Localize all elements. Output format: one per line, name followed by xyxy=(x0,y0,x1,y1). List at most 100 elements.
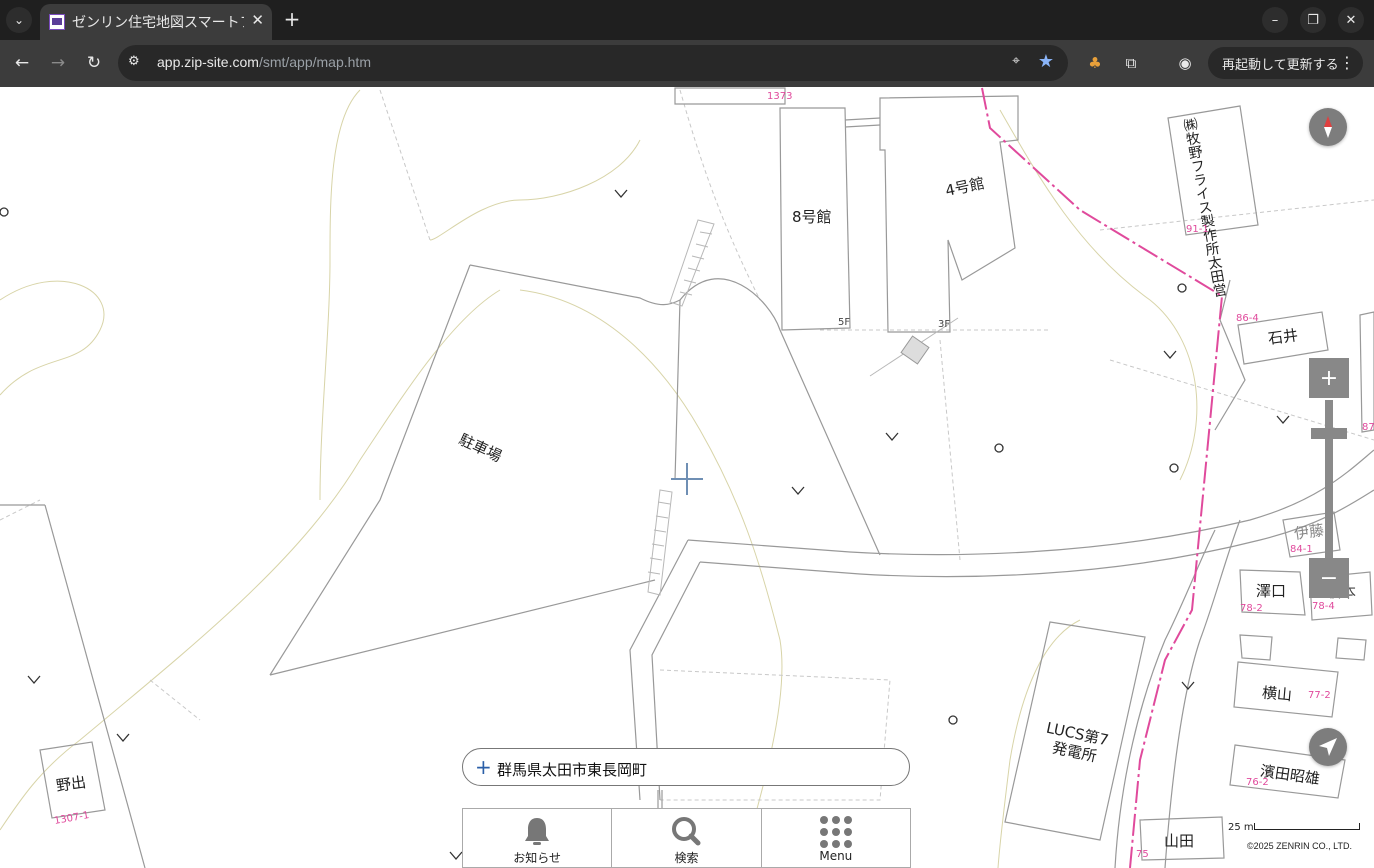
lot-number: 77-2 xyxy=(1308,690,1331,701)
building-outline xyxy=(1239,634,1273,661)
nav-search[interactable]: 検索 xyxy=(612,809,762,867)
compass-button[interactable] xyxy=(1309,108,1347,146)
extensions-puzzle-icon[interactable]: ⧉ xyxy=(1119,51,1143,75)
map-symbol xyxy=(791,486,805,495)
current-location-button[interactable] xyxy=(1309,728,1347,766)
location-pin-icon[interactable]: ⌖ xyxy=(1012,53,1020,69)
sawaguchi-label[interactable]: 澤口 xyxy=(1256,580,1286,601)
address-display[interactable]: + 群馬県太田市東長岡町 xyxy=(462,748,910,786)
restore-button[interactable]: ❐ xyxy=(1300,7,1326,33)
tab-title: ゼンリン住宅地図スマートフォン xyxy=(72,15,244,31)
road-edge xyxy=(699,489,1374,578)
yokoyama-label[interactable]: 横山 xyxy=(1261,682,1293,706)
url-host: app.zip-site.com xyxy=(157,54,259,70)
bookmark-star-icon[interactable]: ★ xyxy=(1038,51,1054,72)
contour-line xyxy=(999,109,1198,481)
lot-number: 84-1 xyxy=(1290,544,1313,555)
copyright: ©2025 ZENRIN CO., LTD. xyxy=(1247,841,1352,851)
lot-number: 1373 xyxy=(767,91,793,102)
back-button[interactable]: ← xyxy=(10,51,34,75)
dashed-path xyxy=(0,499,41,521)
lot-number: 78-2 xyxy=(1240,603,1263,614)
parking-outline xyxy=(269,264,471,676)
contour-line xyxy=(319,89,361,501)
dashed-path xyxy=(1099,199,1374,231)
forward-button[interactable]: → xyxy=(46,51,70,75)
building-outline xyxy=(1335,637,1367,661)
tree-symbol xyxy=(1177,283,1187,293)
floor-number: 3F xyxy=(938,319,951,330)
tab-search-button[interactable]: ⌄ xyxy=(6,7,32,33)
lot-number: 76-2 xyxy=(1246,777,1269,788)
road-edge xyxy=(1164,519,1241,868)
tab-bar: ⌄ ゼンリン住宅地図スマートフォン ✕ + – ❐ ✕ xyxy=(0,0,1374,40)
contour-line xyxy=(0,280,105,396)
new-tab-button[interactable]: + xyxy=(282,7,302,31)
lot-number: 86-4 xyxy=(1236,313,1259,324)
extension-icon[interactable]: ♣ xyxy=(1083,51,1107,75)
nav-search-label: 検索 xyxy=(674,851,699,865)
url-text[interactable]: app.zip-site.com/smt/app/map.htm xyxy=(157,54,371,70)
lot-number: 87 xyxy=(1362,422,1374,433)
browser-toolbar: ← → ↻ ⚙ app.zip-site.com/smt/app/map.htm… xyxy=(0,40,1374,87)
search-icon xyxy=(672,817,701,846)
lot-line xyxy=(44,504,146,868)
restart-label: 再起動して更新する xyxy=(1222,57,1339,73)
nav-menu-label: Menu xyxy=(819,849,853,863)
favicon-icon xyxy=(49,14,65,30)
close-tab-icon[interactable]: ✕ xyxy=(251,11,264,29)
zoom-in-button[interactable]: + xyxy=(1309,358,1349,398)
more-menu-icon[interactable]: ⋮ xyxy=(1339,53,1355,72)
connector xyxy=(844,117,881,128)
restart-update-button[interactable]: 再起動して更新する ⋮ xyxy=(1208,47,1363,79)
map-symbol xyxy=(449,851,463,860)
reload-button[interactable]: ↻ xyxy=(82,51,106,75)
building-4-outline xyxy=(879,95,1019,333)
profile-icon[interactable]: ◉ xyxy=(1173,51,1197,75)
building-outline xyxy=(1359,311,1374,433)
floor-number: 5F xyxy=(838,317,851,328)
ishii-label[interactable]: 石井 xyxy=(1267,324,1300,349)
url-path: /smt/app/map.htm xyxy=(258,54,371,70)
scale-label: 25 m xyxy=(1228,822,1254,833)
lot-number: 91-1 xyxy=(1186,224,1209,235)
railway-line xyxy=(981,87,1224,868)
grid-icon xyxy=(819,816,852,848)
close-window-button[interactable]: ✕ xyxy=(1338,7,1364,33)
crosshair-icon-vertical xyxy=(686,463,688,495)
zoom-slider-track[interactable] xyxy=(1325,400,1333,558)
nav-notifications-label: お知らせ xyxy=(513,851,562,865)
site-info-icon[interactable]: ⚙ xyxy=(128,54,146,72)
noide-label[interactable]: 野出 xyxy=(55,771,88,796)
map-symbol xyxy=(885,432,899,441)
nav-menu[interactable]: Menu xyxy=(762,809,910,867)
address-bar[interactable]: ⚙ app.zip-site.com/smt/app/map.htm ⌖ ★ xyxy=(118,45,1068,81)
minimize-button[interactable]: – xyxy=(1262,7,1288,33)
road-edge xyxy=(687,449,1374,556)
bell-icon xyxy=(525,818,550,845)
map-symbol xyxy=(1163,350,1177,359)
compass-icon xyxy=(1324,116,1332,138)
lot-number: 78-4 xyxy=(1312,601,1335,612)
zoom-slider-thumb[interactable] xyxy=(1311,428,1347,439)
contour-line xyxy=(0,289,501,831)
plus-icon: + xyxy=(475,755,492,779)
lot-line xyxy=(1214,279,1246,431)
bottom-navigation: お知らせ 検索 Menu xyxy=(462,808,911,868)
stairs-outline xyxy=(647,489,673,596)
zoom-out-button[interactable]: − xyxy=(1309,558,1349,598)
parking-outline xyxy=(269,579,656,676)
browser-tab[interactable]: ゼンリン住宅地図スマートフォン ✕ xyxy=(40,4,272,40)
dashed-path xyxy=(939,339,961,561)
tree-symbol xyxy=(948,715,958,725)
ito-label[interactable]: 伊藤 xyxy=(1293,519,1326,544)
scale-bar xyxy=(1254,823,1360,830)
tree-symbol xyxy=(0,207,9,217)
map-symbol xyxy=(27,675,41,684)
map-symbol xyxy=(1276,415,1290,424)
dashed-path xyxy=(149,679,201,721)
nav-notifications[interactable]: お知らせ xyxy=(463,809,613,867)
map-symbol xyxy=(116,733,130,742)
yamada-label[interactable]: 山田 xyxy=(1164,830,1194,851)
building-8-label[interactable]: 8号館 xyxy=(792,206,832,227)
